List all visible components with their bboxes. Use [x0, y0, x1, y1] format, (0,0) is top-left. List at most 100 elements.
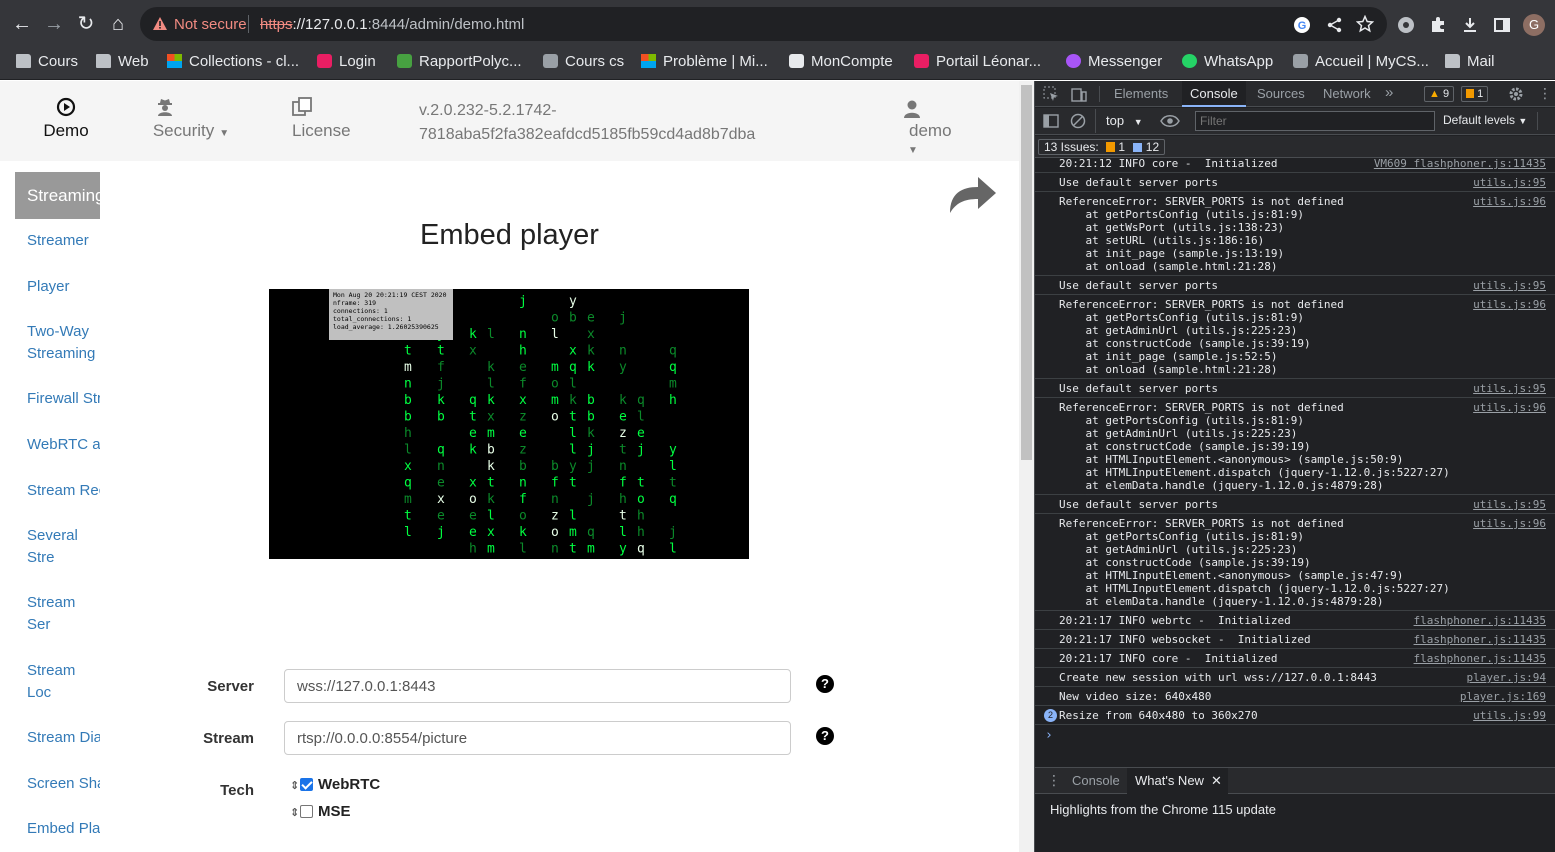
drawer-tab-console[interactable]: Console	[1064, 768, 1128, 794]
page-scrollbar[interactable]	[1019, 81, 1034, 852]
bookmark-4[interactable]: RapportPolyc...	[397, 53, 522, 73]
tech-mse-row[interactable]: ⇕ MSE	[290, 803, 351, 820]
console-log-entry[interactable]: Use default server ports utils.js:95	[1035, 379, 1555, 398]
scrollbar-thumb[interactable]	[1021, 85, 1032, 460]
back-icon[interactable]: ←	[12, 14, 32, 34]
log-source-link[interactable]: player.js:169	[1460, 690, 1546, 703]
log-source-link[interactable]: utils.js:96	[1473, 298, 1546, 311]
sidebar-item-firewall[interactable]: Firewall Str	[27, 388, 100, 410]
server-help-icon[interactable]: ?	[816, 675, 834, 693]
console-log-entry[interactable]: 20:21:17 INFO webrtc - Initialized flashp…	[1035, 611, 1555, 630]
bookmark-3[interactable]: Login	[317, 53, 376, 73]
console-prompt-icon[interactable]: ›	[1045, 728, 1053, 743]
context-selector[interactable]: top ▼	[1106, 113, 1143, 128]
log-source-link[interactable]: flashphoner.js:11435	[1414, 652, 1546, 665]
bookmark-star-icon[interactable]	[1356, 15, 1374, 33]
settings-gear-icon[interactable]	[1508, 86, 1524, 102]
log-source-link[interactable]: utils.js:96	[1473, 401, 1546, 414]
sidebar-item-embed-player[interactable]: Embed Play	[27, 818, 100, 840]
url-text[interactable]: https://127.0.0.1:8444/admin/demo.html	[260, 16, 524, 33]
drag-handle-icon[interactable]: ⇕	[290, 806, 300, 819]
sidebar-item-stream-diag[interactable]: Stream Dia	[27, 727, 100, 749]
tab-network[interactable]: Network	[1315, 81, 1379, 107]
extension-circle-icon[interactable]	[1397, 16, 1415, 34]
share-icon[interactable]	[1326, 16, 1344, 34]
console-log-entry[interactable]: Create new session with url wss://127.0.…	[1035, 668, 1555, 687]
bookmark-9[interactable]: Messenger	[1066, 53, 1162, 73]
sidebar-item-several-recording[interactable]: Several Stre Recording	[27, 525, 100, 569]
log-source-link[interactable]: VM609 flashphoner.js:11435	[1374, 158, 1546, 170]
log-source-link[interactable]: flashphoner.js:11435	[1414, 614, 1546, 627]
webrtc-checkbox[interactable]	[300, 778, 313, 791]
warnings-badge[interactable]: ▲ 9	[1424, 86, 1455, 102]
sidebar-item-local-snapshot[interactable]: Stream Loc Snapshot	[27, 660, 100, 704]
address-bar[interactable]: Not secure https://127.0.0.1:8444/admin/…	[140, 7, 1387, 41]
sidebar-item-server-snapshot[interactable]: Stream Ser Snapshot	[27, 592, 100, 636]
bookmark-1[interactable]: Web	[96, 53, 149, 73]
bookmark-10[interactable]: WhatsApp	[1182, 53, 1273, 73]
console-log-entry[interactable]: 2 Resize from 640x480 to 360x270 utils.js:…	[1035, 706, 1555, 725]
stack-trace[interactable]: at getPortsConfig (utils.js:81:9) at get…	[1059, 414, 1449, 492]
log-source-link[interactable]: utils.js:95	[1473, 498, 1546, 511]
profile-avatar[interactable]: G	[1523, 14, 1545, 36]
log-source-link[interactable]: utils.js:95	[1473, 382, 1546, 395]
log-source-link[interactable]: player.js:94	[1467, 671, 1546, 684]
close-icon[interactable]: ✕	[1211, 768, 1222, 794]
sidebar-item-webrtc[interactable]: WebRTC as	[27, 434, 100, 456]
log-source-link[interactable]: utils.js:95	[1473, 279, 1546, 292]
log-source-link[interactable]: utils.js:96	[1473, 517, 1546, 530]
whatsnew-highlight[interactable]: Highlights from the Chrome 115 update	[1050, 802, 1276, 817]
nav-user-dropdown[interactable]: demo ▼	[903, 99, 973, 156]
console-log-entry[interactable]: 20:21:17 INFO core - Initialized flashpho…	[1035, 649, 1555, 668]
sidebar-item-two-way-streaming[interactable]: Two-Way Streaming	[27, 321, 100, 365]
inspect-element-icon[interactable]	[1043, 86, 1059, 102]
bookmark-2[interactable]: Collections - cl...	[167, 53, 299, 73]
console-error-entry[interactable]: ReferenceError: SERVER_PORTS is not defi…	[1035, 295, 1555, 379]
console-log-entry[interactable]: Use default server ports utils.js:95	[1035, 173, 1555, 192]
download-icon[interactable]	[1461, 16, 1479, 34]
console-log-entry[interactable]: 20:21:17 INFO websocket - Initialized fla…	[1035, 630, 1555, 649]
bookmark-0[interactable]: Cours	[16, 53, 78, 73]
more-options-icon[interactable]: ⋮	[1538, 85, 1552, 101]
issues-counter[interactable]: 13 Issues: 1 12	[1038, 139, 1166, 155]
stream-help-icon[interactable]: ?	[816, 727, 834, 745]
bookmark-11[interactable]: Accueil | MyCS...	[1293, 53, 1429, 73]
security-status[interactable]: Not secure	[174, 16, 247, 33]
home-icon[interactable]: ⌂	[108, 14, 128, 34]
tech-webrtc-row[interactable]: ⇕ WebRTC	[290, 776, 380, 793]
drag-handle-icon[interactable]: ⇕	[290, 779, 300, 792]
console-error-entry[interactable]: ReferenceError: SERVER_PORTS is not defi…	[1035, 192, 1555, 276]
log-source-link[interactable]: utils.js:95	[1473, 176, 1546, 189]
live-expression-eye-icon[interactable]	[1160, 114, 1180, 128]
sidebar-item-stream-rec[interactable]: Stream Rec	[27, 480, 100, 502]
stack-trace[interactable]: at getPortsConfig (utils.js:81:9) at get…	[1059, 530, 1449, 608]
forward-icon[interactable]: →	[44, 14, 64, 34]
nav-security-dropdown[interactable]: Security ▼	[152, 97, 232, 141]
console-error-entry[interactable]: ReferenceError: SERVER_PORTS is not defi…	[1035, 398, 1555, 495]
clear-console-icon[interactable]	[1070, 113, 1086, 129]
bookmark-12[interactable]: Mail	[1445, 53, 1495, 73]
side-panel-icon[interactable]	[1493, 16, 1511, 34]
console-log-entry[interactable]: 20:21:12 INFO core - Initialized VM609 fl…	[1035, 158, 1555, 173]
log-levels-dropdown[interactable]: Default levels ▼	[1443, 113, 1527, 127]
nav-license[interactable]: License	[292, 97, 351, 141]
bookmark-8[interactable]: Portail Léonar...	[914, 53, 1041, 73]
errors-badge[interactable]: 1	[1461, 86, 1489, 102]
log-source-link[interactable]: utils.js:96	[1473, 195, 1546, 208]
tab-sources[interactable]: Sources	[1249, 81, 1313, 107]
console-log-entry[interactable]: Use default server ports utils.js:95	[1035, 495, 1555, 514]
log-source-link[interactable]: flashphoner.js:11435	[1414, 633, 1546, 646]
stack-trace[interactable]: at getPortsConfig (utils.js:81:9) at get…	[1059, 208, 1304, 273]
sidebar-item-screen-share[interactable]: Screen Sha	[27, 773, 100, 795]
more-tabs-icon[interactable]: »	[1385, 84, 1393, 101]
nav-demo[interactable]: Demo	[40, 97, 92, 141]
drawer-menu-icon[interactable]: ⋮	[1047, 772, 1061, 789]
sidebar-item-streaming[interactable]: Streaming	[15, 172, 100, 219]
console-error-entry[interactable]: ReferenceError: SERVER_PORTS is not defi…	[1035, 514, 1555, 611]
reload-icon[interactable]: ↻	[76, 14, 96, 34]
bookmark-6[interactable]: Problème | Mi...	[641, 53, 768, 73]
tab-elements[interactable]: Elements	[1106, 81, 1176, 107]
video-player[interactable]: letmnbbhlxqmtlbfytfjkbqnexejxkxqtekxoeeh…	[269, 289, 749, 559]
device-toolbar-icon[interactable]	[1071, 86, 1087, 102]
stack-trace[interactable]: at getPortsConfig (utils.js:81:9) at get…	[1059, 311, 1310, 376]
